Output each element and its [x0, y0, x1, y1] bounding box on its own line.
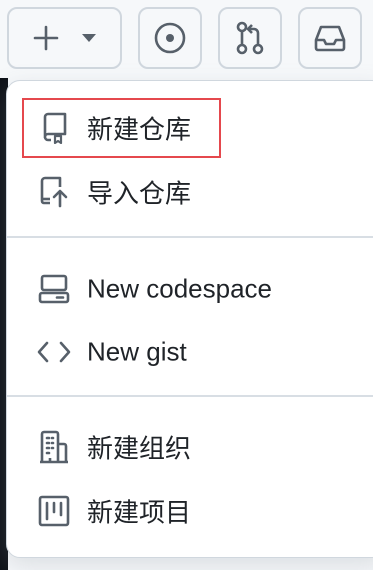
create-new-menu: 新建仓库 导入仓库 New codespace New gist 新建组织 新建… — [6, 80, 373, 558]
inbox-button[interactable] — [298, 7, 362, 69]
codespaces-icon — [37, 272, 71, 306]
menu-item-new-project[interactable]: 新建项目 — [7, 483, 373, 539]
code-icon — [37, 335, 71, 369]
git-pull-request-icon — [235, 21, 265, 55]
repo-push-icon — [37, 175, 71, 209]
menu-divider — [7, 236, 373, 238]
copilot-button[interactable] — [138, 7, 202, 69]
header-toolbar — [0, 0, 373, 78]
menu-item-label: New codespace — [87, 273, 272, 304]
menu-item-new-organization[interactable]: 新建组织 — [7, 419, 373, 475]
copilot-icon — [153, 21, 187, 55]
create-new-button[interactable] — [7, 7, 122, 69]
menu-item-label: 新建组织 — [87, 433, 192, 464]
triangle-down-icon — [81, 33, 97, 43]
menu-item-label: 导入仓库 — [87, 178, 192, 209]
menu-divider — [7, 395, 373, 397]
project-icon — [37, 494, 71, 528]
menu-item-label: New gist — [87, 336, 187, 367]
menu-item-import-repository[interactable]: 导入仓库 — [7, 164, 373, 220]
plus-icon — [33, 25, 59, 51]
highlight-box — [22, 98, 221, 158]
menu-item-new-codespace[interactable]: New codespace — [7, 261, 373, 317]
menu-item-label: 新建项目 — [87, 497, 192, 528]
pull-requests-button[interactable] — [218, 7, 282, 69]
organization-icon — [37, 430, 71, 464]
inbox-icon — [313, 23, 347, 53]
menu-item-new-gist[interactable]: New gist — [7, 324, 373, 380]
